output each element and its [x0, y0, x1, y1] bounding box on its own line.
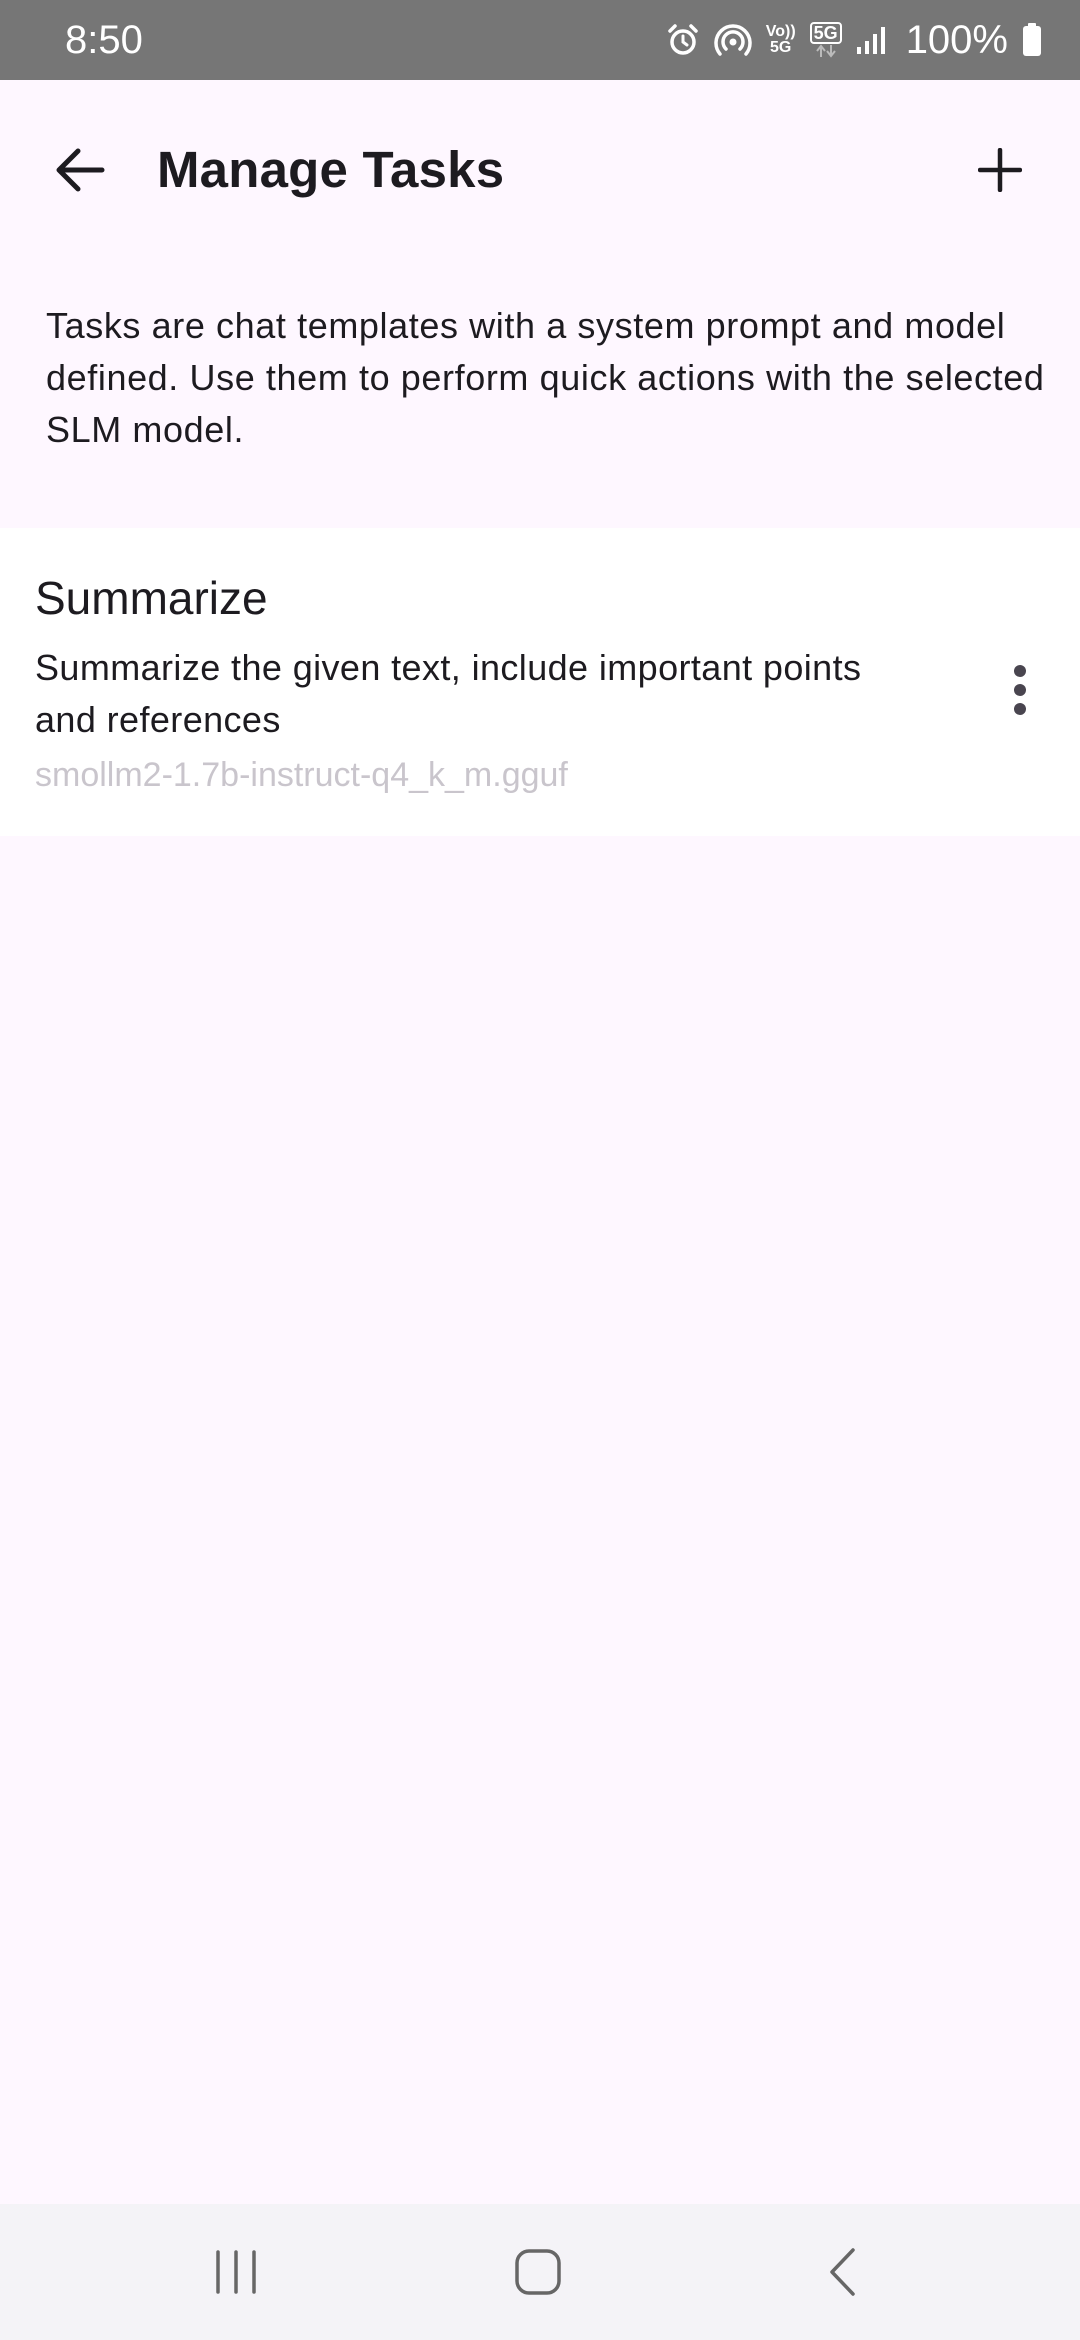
status-icons: Vo)) 5G 5G 100% [666, 16, 1042, 64]
tasks-description: Tasks are chat templates with a system p… [46, 305, 1045, 450]
system-nav-bar [0, 2204, 1080, 2340]
app-bar: Manage Tasks [0, 80, 1080, 260]
volte-icon: Vo)) 5G [765, 23, 796, 56]
task-menu-button[interactable] [980, 650, 1060, 730]
system-back-button[interactable] [782, 2232, 902, 2312]
back-icon [830, 2248, 855, 2296]
alarm-icon [666, 23, 700, 57]
status-time: 8:50 [65, 18, 143, 62]
task-name: Summarize [35, 572, 268, 624]
task-model: smollm2-1.7b-instruct-q4_k_m.gguf [35, 756, 568, 794]
arrow-back-icon [56, 148, 105, 192]
recent-apps-button[interactable] [176, 2232, 296, 2312]
add-task-button[interactable] [960, 130, 1040, 210]
task-card-summarize[interactable]: Summarize Summarize the given text, incl… [0, 528, 1080, 836]
hotspot-icon [714, 23, 752, 57]
task-description: Summarize the given text, include import… [35, 647, 862, 740]
battery-percent: 100% [905, 18, 1008, 62]
battery-icon [1022, 23, 1042, 57]
home-icon [515, 2249, 561, 2295]
home-button[interactable] [478, 2232, 598, 2312]
plus-icon [978, 148, 1022, 192]
status-bar: 8:50 Vo)) 5G 5G 100% [0, 0, 1080, 80]
more-vert-icon [1014, 665, 1026, 715]
page-title: Manage Tasks [157, 141, 505, 198]
recent-apps-icon [216, 2250, 256, 2294]
5g-icon: 5G [809, 22, 842, 58]
signal-icon [856, 25, 888, 55]
back-button[interactable] [40, 130, 120, 210]
